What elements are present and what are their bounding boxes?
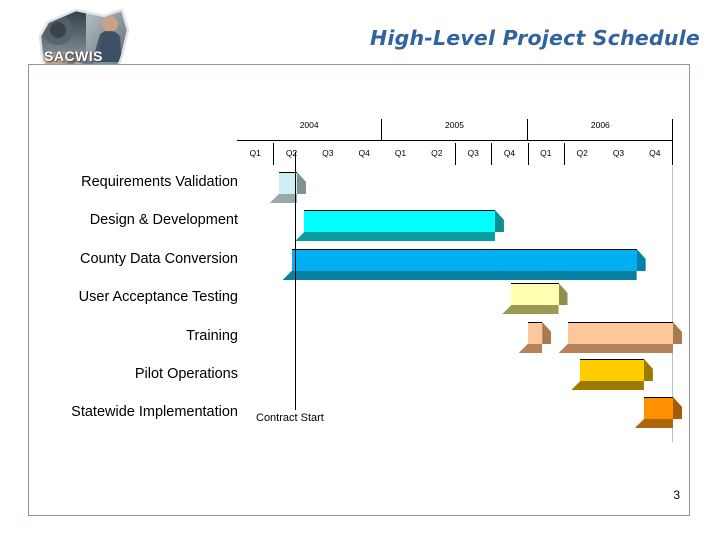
page-number: 3	[673, 488, 680, 502]
logo-label: SACWIS	[44, 48, 103, 64]
page-title: High-Level Project Schedule	[370, 26, 700, 50]
slide-frame	[28, 64, 690, 516]
